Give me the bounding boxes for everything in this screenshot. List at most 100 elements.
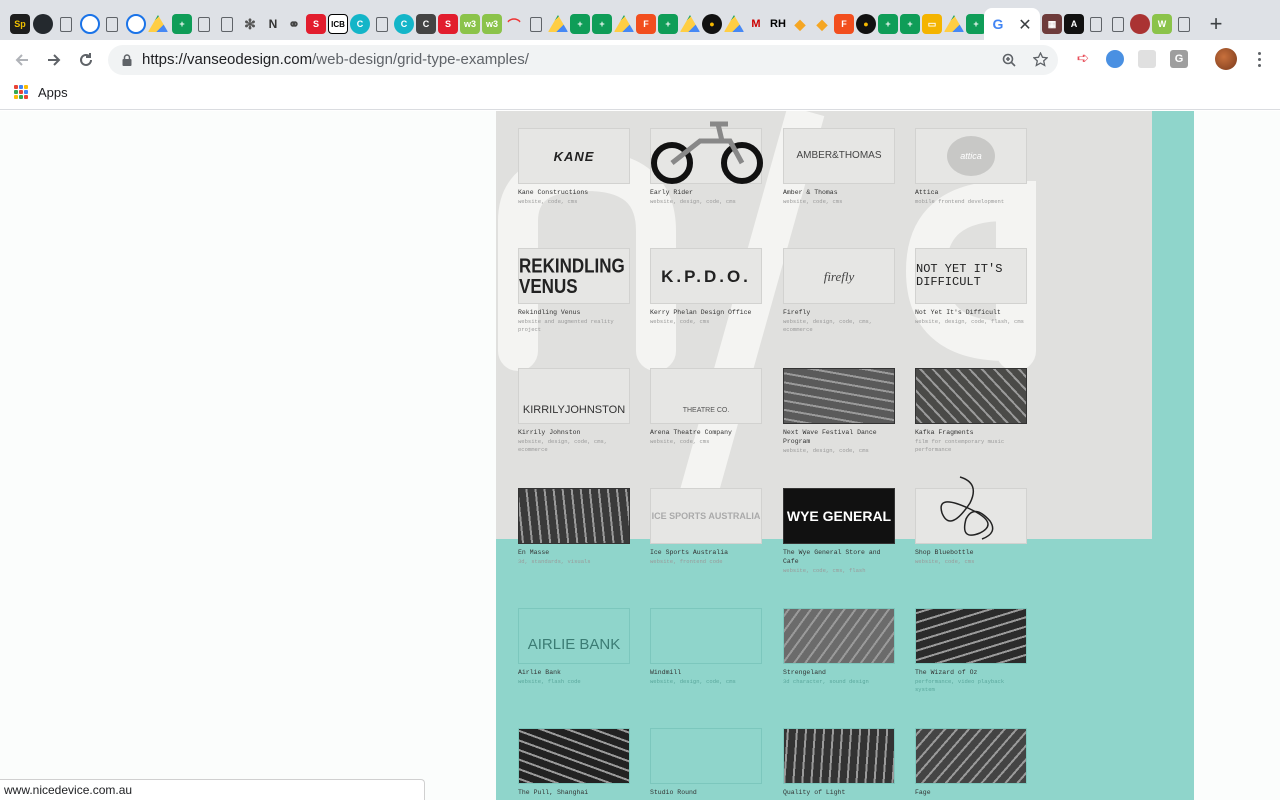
portfolio-thumbnail[interactable]: WYE GENERAL (783, 488, 895, 544)
tab-c-square-icon[interactable]: C (416, 14, 436, 34)
portfolio-title[interactable]: Next Wave Festival Dance Program (783, 428, 895, 446)
back-button[interactable] (10, 48, 34, 72)
star-icon[interactable] (1033, 52, 1048, 67)
portfolio-card[interactable]: The Wizard of Oz performance, video playb… (915, 608, 1027, 693)
reload-button[interactable] (74, 48, 98, 72)
portfolio-thumbnail[interactable] (915, 608, 1027, 664)
tab-sheets-icon[interactable]: + (592, 14, 612, 34)
portfolio-title[interactable]: The Wye General Store and Cafe (783, 548, 895, 566)
tab-gear-icon[interactable] (80, 14, 100, 34)
tab-gear-icon[interactable] (126, 14, 146, 34)
portfolio-card[interactable]: Strengeland 3d character, sound design (783, 608, 895, 686)
portfolio-card[interactable]: Studio Round (650, 728, 762, 797)
extension-circle-icon[interactable] (1106, 50, 1124, 68)
portfolio-title[interactable]: Fage (915, 788, 1027, 797)
tab-icb-icon[interactable]: ICB (328, 14, 348, 34)
tab-s-icon[interactable]: S (438, 14, 458, 34)
portfolio-thumbnail[interactable] (915, 368, 1027, 424)
portfolio-thumbnail[interactable]: KIRRILYJOHNSTON (518, 368, 630, 424)
tab-doc-icon[interactable] (221, 17, 233, 32)
tab-a-icon[interactable]: A (1064, 14, 1084, 34)
portfolio-card[interactable]: Next Wave Festival Dance Program website,… (783, 368, 895, 455)
menu-kebab-icon[interactable] (1258, 52, 1262, 67)
portfolio-title[interactable]: Early Rider (650, 188, 762, 197)
tab-face-icon[interactable]: ● (702, 14, 722, 34)
forward-button[interactable] (42, 48, 66, 72)
close-tab-icon[interactable]: ✕ (1016, 15, 1034, 35)
tab-drive-icon[interactable] (614, 15, 634, 32)
new-tab-button[interactable]: + (1205, 11, 1227, 37)
portfolio-thumbnail[interactable] (650, 608, 762, 664)
portfolio-thumbnail[interactable] (915, 728, 1027, 784)
tab-w3-icon[interactable]: W (1152, 14, 1172, 34)
tab-doc-icon[interactable] (198, 17, 210, 32)
portfolio-card[interactable]: firefly Firefly website, design, code, cms… (783, 248, 895, 333)
portfolio-thumbnail[interactable]: firefly (783, 248, 895, 304)
portfolio-thumbnail[interactable]: AIRLIE BANK (518, 608, 630, 664)
portfolio-thumbnail[interactable] (518, 488, 630, 544)
portfolio-card[interactable]: NOT YET IT'S DIFFICULT Not Yet It's Diffi… (915, 248, 1027, 326)
tab-w3-icon[interactable]: w3 (482, 14, 502, 34)
portfolio-title[interactable]: Ice Sports Australia (650, 548, 762, 557)
tab-drive-icon[interactable] (148, 15, 168, 32)
profile-avatar[interactable] (1215, 48, 1237, 70)
tab-n-icon[interactable]: N (263, 14, 283, 34)
tab-doc-icon[interactable] (1112, 17, 1124, 32)
portfolio-title[interactable]: Kane Constructions (518, 188, 630, 197)
portfolio-title[interactable]: Rekindling Venus (518, 308, 630, 317)
portfolio-card[interactable]: Kafka Fragments film for contemporary mus… (915, 368, 1027, 453)
tab-drive-icon[interactable] (944, 15, 964, 32)
tab-drive-icon[interactable] (548, 15, 568, 32)
portfolio-title[interactable]: Kerry Phelan Design Office (650, 308, 762, 317)
tab-doc-icon[interactable] (376, 17, 388, 32)
tab-doc-icon[interactable] (60, 17, 72, 32)
portfolio-card[interactable]: KANE Kane Constructions website, code, cms (518, 128, 630, 206)
portfolio-title[interactable]: Firefly (783, 308, 895, 317)
portfolio-title[interactable]: Airlie Bank (518, 668, 630, 677)
portfolio-title[interactable]: Attica (915, 188, 1027, 197)
portfolio-thumbnail[interactable]: THEATRE CO. (650, 368, 762, 424)
tab-sketch-icon[interactable]: ◆ (790, 14, 810, 34)
portfolio-thumbnail[interactable]: KANE (518, 128, 630, 184)
portfolio-title[interactable]: Kirrily Johnston (518, 428, 630, 437)
tab-sheets-icon[interactable]: + (966, 14, 986, 34)
portfolio-card[interactable]: AMBER&THOMAS Amber & Thomas website, code,… (783, 128, 895, 206)
portfolio-title[interactable]: Strengeland (783, 668, 895, 677)
tab-github-icon[interactable] (33, 14, 53, 34)
tab-hat-icon[interactable]: ⌒ (504, 14, 524, 34)
portfolio-card[interactable]: THEATRE CO. Arena Theatre Company website,… (650, 368, 762, 446)
tab-avatar-icon[interactable] (1130, 14, 1150, 34)
portfolio-thumbnail[interactable] (518, 728, 630, 784)
portfolio-title[interactable]: En Masse (518, 548, 630, 557)
portfolio-card[interactable]: En Masse 3d, standards, visuals (518, 488, 630, 566)
portfolio-thumbnail[interactable]: NOT YET IT'S DIFFICULT (915, 248, 1027, 304)
portfolio-thumbnail[interactable] (783, 728, 895, 784)
tab-sheets-icon[interactable]: + (658, 14, 678, 34)
portfolio-card[interactable]: The Pull, Shanghai (518, 728, 630, 797)
tab-sp-icon[interactable]: Sp (10, 14, 30, 34)
tab-doc-icon[interactable] (1090, 17, 1102, 32)
extension-g-icon[interactable]: G (1170, 50, 1188, 68)
tab-slides-icon[interactable]: ▭ (922, 14, 942, 34)
extension-grid-icon[interactable] (1138, 50, 1156, 68)
tab-doc-icon[interactable] (1178, 17, 1190, 32)
tab-sheets-icon[interactable]: + (172, 14, 192, 34)
tab-drive-icon[interactable] (680, 15, 700, 32)
portfolio-thumbnail[interactable]: ICE SPORTS AUSTRALIA (650, 488, 762, 544)
tab-google-icon[interactable]: G (988, 14, 1008, 34)
portfolio-thumbnail[interactable]: AMBER&THOMAS (783, 128, 895, 184)
portfolio-card[interactable]: REKINDLING VENUS Rekindling Venus website … (518, 248, 630, 333)
portfolio-thumbnail[interactable] (783, 368, 895, 424)
tab-gmail-icon[interactable]: M (746, 14, 766, 34)
tab-figma-icon[interactable]: F (636, 14, 656, 34)
portfolio-thumbnail[interactable] (650, 728, 762, 784)
zoom-icon[interactable] (1002, 53, 1016, 67)
portfolio-title[interactable]: Windmill (650, 668, 762, 677)
portfolio-thumbnail[interactable]: K.P.D.O. (650, 248, 762, 304)
portfolio-thumbnail[interactable]: REKINDLING VENUS (518, 248, 630, 304)
apps-bookmark[interactable]: Apps (38, 85, 68, 100)
portfolio-card[interactable]: Fage (915, 728, 1027, 797)
portfolio-card[interactable]: WYE GENERAL The Wye General Store and Caf… (783, 488, 895, 575)
portfolio-thumbnail[interactable] (783, 608, 895, 664)
portfolio-card[interactable]: Windmill website, design, code, cms (650, 608, 762, 686)
